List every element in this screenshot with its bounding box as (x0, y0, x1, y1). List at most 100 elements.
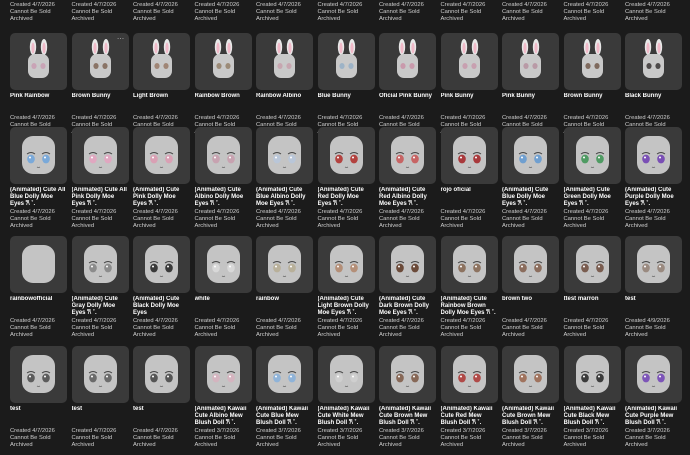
doll-head-thumbnail[interactable] (317, 236, 375, 293)
item-title[interactable]: (Animated) Cute Light Brown Dolly Moe Ey… (318, 296, 375, 318)
item-card[interactable]: (Animated) Kawaii Cute Blue Mew Blush Do… (256, 346, 313, 450)
item-title[interactable]: rojo oficial (441, 187, 498, 209)
item-title[interactable]: (Animated) Kawaii Cute Brown Mew Blush D… (379, 406, 436, 428)
doll-head-thumbnail[interactable] (256, 236, 313, 293)
item-card[interactable]: Pink Bunny Created 4/7/2026 Cannot Be So… (440, 33, 498, 137)
doll-head-thumbnail[interactable] (317, 346, 375, 403)
item-title[interactable]: Rainbow Albino (256, 93, 313, 115)
doll-head-thumbnail[interactable] (10, 236, 67, 293)
doll-head-thumbnail[interactable] (563, 236, 621, 293)
item-title[interactable]: (Animated) Kawaii Cute Brown Mew Blush D… (502, 406, 559, 428)
item-card[interactable]: (Animated) Cute Blue Albino Dolly Moe Ey… (256, 127, 313, 231)
item-title[interactable]: (Animated) Kawaii Cute White Mew Blush D… (318, 406, 375, 428)
item-card[interactable]: Light Brown Created 4/7/2026 Cannot Be S… (133, 33, 190, 137)
item-title[interactable]: (Animated) Kawaii Cute Purple Mew Blush … (625, 406, 682, 428)
doll-head-thumbnail[interactable] (502, 346, 559, 403)
doll-head-thumbnail[interactable] (256, 127, 313, 184)
item-card[interactable]: (Animated) Kawaii Cute White Mew Blush D… (317, 346, 375, 450)
bunny-head-thumbnail[interactable] (502, 33, 559, 90)
item-title[interactable]: Pink Bunny (441, 93, 498, 115)
item-title[interactable]: Oficial Pink Bunny (379, 93, 436, 115)
item-card[interactable]: (Animated) Kawaii Cute Brown Mew Blush D… (502, 346, 559, 450)
doll-head-thumbnail[interactable] (379, 236, 436, 293)
item-card[interactable]: (Animated) Cute Light Brown Dolly Moe Ey… (317, 236, 375, 340)
item-title[interactable]: ttest marron (564, 296, 621, 318)
doll-head-thumbnail[interactable] (133, 127, 190, 184)
item-title[interactable]: (Animated) Kawaii Cute Black Mew Blush D… (564, 406, 621, 428)
item-card[interactable]: (Animated) Cute Red Albino Dolly Moe Eye… (379, 127, 436, 231)
doll-head-thumbnail[interactable] (71, 127, 129, 184)
item-title[interactable]: Pink Rainbow (10, 93, 67, 115)
doll-head-thumbnail[interactable] (379, 346, 436, 403)
item-card[interactable]: test Created 4/7/2026 Cannot Be Sold Arc… (10, 346, 67, 450)
item-card[interactable]: Blue Bunny Created 4/7/2026 Cannot Be So… (317, 33, 375, 137)
item-card[interactable]: (Animated) Cute Pink Dolly Moe Eyes 𐙚 ˚.… (133, 127, 190, 231)
item-card[interactable]: rojo oficial Created 4/7/2026 Cannot Be … (440, 127, 498, 231)
item-title[interactable]: (Animated) Cute Blue Albino Dolly Moe Ey… (256, 187, 313, 209)
bunny-head-thumbnail[interactable] (194, 33, 252, 90)
doll-head-thumbnail[interactable] (256, 346, 313, 403)
item-card[interactable]: (Animated) Kawaii Cute Black Mew Blush D… (563, 346, 621, 450)
item-card[interactable]: rainbowofficial Created 4/7/2026 Cannot … (10, 236, 67, 340)
doll-head-thumbnail[interactable] (133, 346, 190, 403)
doll-head-thumbnail[interactable] (71, 236, 129, 293)
item-title[interactable]: Rainbow Brown (195, 93, 252, 115)
item-card[interactable]: Oficial Pink Bunny Created 4/7/2026 Cann… (379, 33, 436, 137)
doll-head-thumbnail[interactable] (71, 346, 129, 403)
item-card[interactable]: (Animated) Cute Blue Dolly Moe Eyes 𐙚 ˚.… (502, 127, 559, 231)
doll-head-thumbnail[interactable] (625, 236, 682, 293)
item-title[interactable]: test (133, 406, 190, 428)
bunny-head-thumbnail[interactable] (440, 33, 498, 90)
item-card[interactable]: white Created 4/7/2026 Cannot Be Sold Ar… (194, 236, 252, 340)
doll-head-thumbnail[interactable] (440, 127, 498, 184)
doll-head-thumbnail[interactable] (625, 346, 682, 403)
item-title[interactable]: (Animated) Cute Blue Dolly Moe Eyes 𐙚 ˚. (502, 187, 559, 209)
item-card[interactable]: Black Bunny Created 4/7/2026 Cannot Be S… (625, 33, 682, 137)
bunny-head-thumbnail[interactable] (10, 33, 67, 90)
item-title[interactable]: test (72, 406, 129, 428)
bunny-head-thumbnail[interactable] (379, 33, 436, 90)
doll-head-thumbnail[interactable] (10, 346, 67, 403)
item-card[interactable]: rainbow Created 4/7/2026 Cannot Be Sold … (256, 236, 313, 340)
item-card[interactable]: Brown Bunny Created 4/7/2026 Cannot Be S… (563, 33, 621, 137)
item-card[interactable]: (Animated) Cute Gray Dolly Moe Eyes 𐙚 ˚.… (71, 236, 129, 340)
item-card[interactable]: (Animated) Kawaii Cute Albino Mew Blush … (194, 346, 252, 450)
item-title[interactable]: (Animated) Cute Albino Dolly Moe Eyes 𐙚 … (195, 187, 252, 209)
doll-head-thumbnail[interactable] (10, 127, 67, 184)
item-card[interactable]: (Animated) Cute Green Dolly Moe Eyes 𐙚 ˚… (563, 127, 621, 231)
item-card[interactable]: Rainbow Albino Created 4/7/2026 Cannot B… (256, 33, 313, 137)
item-card[interactable]: (Animated) Kawaii Cute Brown Mew Blush D… (379, 346, 436, 450)
doll-head-thumbnail[interactable] (440, 346, 498, 403)
item-card[interactable]: (Animated) Kawaii Cute Red Mew Blush Dol… (440, 346, 498, 450)
doll-head-thumbnail[interactable] (194, 236, 252, 293)
item-title[interactable]: rainbowofficial (10, 296, 67, 318)
item-title[interactable]: (Animated) Cute Purple Dolly Moe Eyes 𐙚 … (625, 187, 682, 209)
item-title[interactable]: Brown Bunny (564, 93, 621, 115)
item-card[interactable]: (Animated) Cute Rainbow Brown Dolly Moe … (440, 236, 498, 340)
item-title[interactable]: (Animated) Cute All Blue Dolly Moe Eyes … (10, 187, 67, 209)
item-title[interactable]: (Animated) Kawaii Cute Albino Mew Blush … (195, 406, 252, 428)
doll-head-thumbnail[interactable] (563, 127, 621, 184)
item-title[interactable]: (Animated) Cute Red Dolly Moe Eyes 𐙚 ˚. (318, 187, 375, 209)
doll-head-thumbnail[interactable] (502, 127, 559, 184)
item-card[interactable]: Pink Bunny Created 4/7/2026 Cannot Be So… (502, 33, 559, 137)
doll-head-thumbnail[interactable] (563, 346, 621, 403)
item-title[interactable]: (Animated) Cute Pink Dolly Moe Eyes 𐙚 ˚. (133, 187, 190, 209)
item-title[interactable]: Black Bunny (625, 93, 682, 115)
bunny-head-thumbnail[interactable] (317, 33, 375, 90)
item-title[interactable]: (Animated) Cute Black Dolly Moe Eyes (133, 296, 190, 318)
bunny-head-thumbnail[interactable]: ... (71, 33, 129, 90)
item-title[interactable]: test (10, 406, 67, 428)
item-title[interactable]: (Animated) Cute Rainbow Brown Dolly Moe … (441, 296, 498, 318)
bunny-head-thumbnail[interactable] (625, 33, 682, 90)
item-title[interactable]: Blue Bunny (318, 93, 375, 115)
item-card[interactable]: Rainbow Brown Created 4/7/2026 Cannot Be… (194, 33, 252, 137)
item-title[interactable]: test (625, 296, 682, 318)
doll-head-thumbnail[interactable] (194, 346, 252, 403)
item-card[interactable]: brown two Created 4/7/2026 Cannot Be Sol… (502, 236, 559, 340)
doll-head-thumbnail[interactable] (317, 127, 375, 184)
item-card[interactable]: (Animated) Cute Purple Dolly Moe Eyes 𐙚 … (625, 127, 682, 231)
doll-head-thumbnail[interactable] (625, 127, 682, 184)
item-card[interactable]: (Animated) Cute Albino Dolly Moe Eyes 𐙚 … (194, 127, 252, 231)
item-card[interactable]: (Animated) Kawaii Cute Purple Mew Blush … (625, 346, 682, 450)
